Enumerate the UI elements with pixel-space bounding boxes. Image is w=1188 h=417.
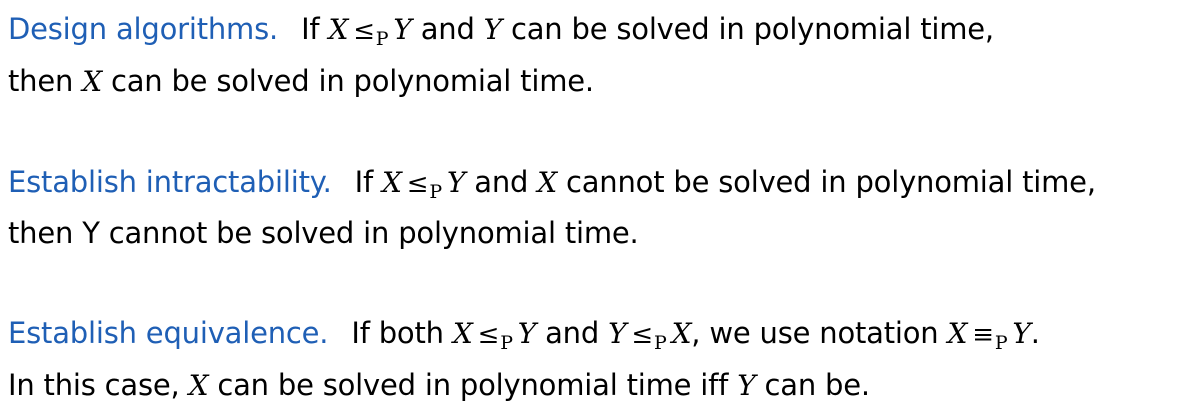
block-2-line-2: then Y cannot be solved in polynomial ti…	[8, 214, 639, 252]
text: then	[8, 64, 83, 98]
text: If	[354, 165, 383, 199]
text: and	[536, 316, 609, 350]
block-3-line-1: Establish equivalence. If both X ≤P Y and …	[8, 314, 1040, 356]
math-variable: Y	[393, 13, 412, 46]
math-variable: X	[328, 13, 349, 46]
block-2-line-1: Establish intractability. If X ≤P Y and X …	[8, 163, 1096, 205]
block-1-line-1: Design algorithms. If X ≤P Y and Y can be …	[8, 10, 994, 52]
text: can be.	[755, 368, 871, 402]
reduces-symbol: ≤	[406, 169, 429, 199]
text: .	[1030, 316, 1040, 350]
subscript: P	[500, 332, 513, 354]
block-3-line-2: In this case, X can be solved in polynom…	[8, 366, 870, 405]
text: can be solved in polynomial time.	[101, 64, 594, 98]
text: , we use notation	[691, 316, 948, 350]
math-variable: Y	[1012, 317, 1031, 350]
text: If	[301, 12, 329, 46]
text: If both	[351, 316, 453, 350]
text: can be solved in polynomial time iff	[208, 368, 738, 402]
block-3-heading: Establish equivalence.	[8, 316, 329, 350]
math-variable: X	[452, 317, 473, 350]
math-variable: Y	[517, 317, 537, 350]
reduces-symbol: ≤	[477, 320, 500, 350]
math-variable: X	[382, 166, 402, 199]
reduces-symbol: ≤	[631, 320, 653, 350]
math-variable: Y	[483, 13, 503, 46]
equivalence-symbol: ≡	[972, 320, 994, 350]
block-1-heading: Design algorithms.	[8, 12, 279, 46]
math-variable: Y	[737, 369, 756, 402]
text: and	[465, 165, 538, 199]
subscript: P	[429, 181, 442, 203]
math-variable: X	[537, 166, 557, 199]
block-1-line-2: then X can be solved in polynomial time.	[8, 62, 594, 101]
math-variable: X	[947, 317, 968, 350]
math-variable: Y	[446, 166, 466, 199]
block-2-heading: Establish intractability.	[8, 165, 332, 199]
subscript: P	[994, 332, 1008, 354]
text: cannot be solved in polynomial time,	[556, 165, 1096, 199]
text: then Y cannot be solved in polynomial ti…	[8, 216, 639, 250]
subscript: P	[653, 332, 667, 354]
math-variable: X	[82, 65, 102, 98]
text: In this case,	[8, 368, 189, 402]
text: can be solved in polynomial time,	[501, 12, 994, 46]
math-variable: X	[188, 369, 209, 402]
math-variable: Y	[608, 317, 627, 350]
text: and	[411, 12, 484, 46]
reduces-symbol: ≤	[353, 16, 375, 46]
math-variable: X	[671, 317, 692, 350]
subscript: P	[375, 28, 389, 50]
